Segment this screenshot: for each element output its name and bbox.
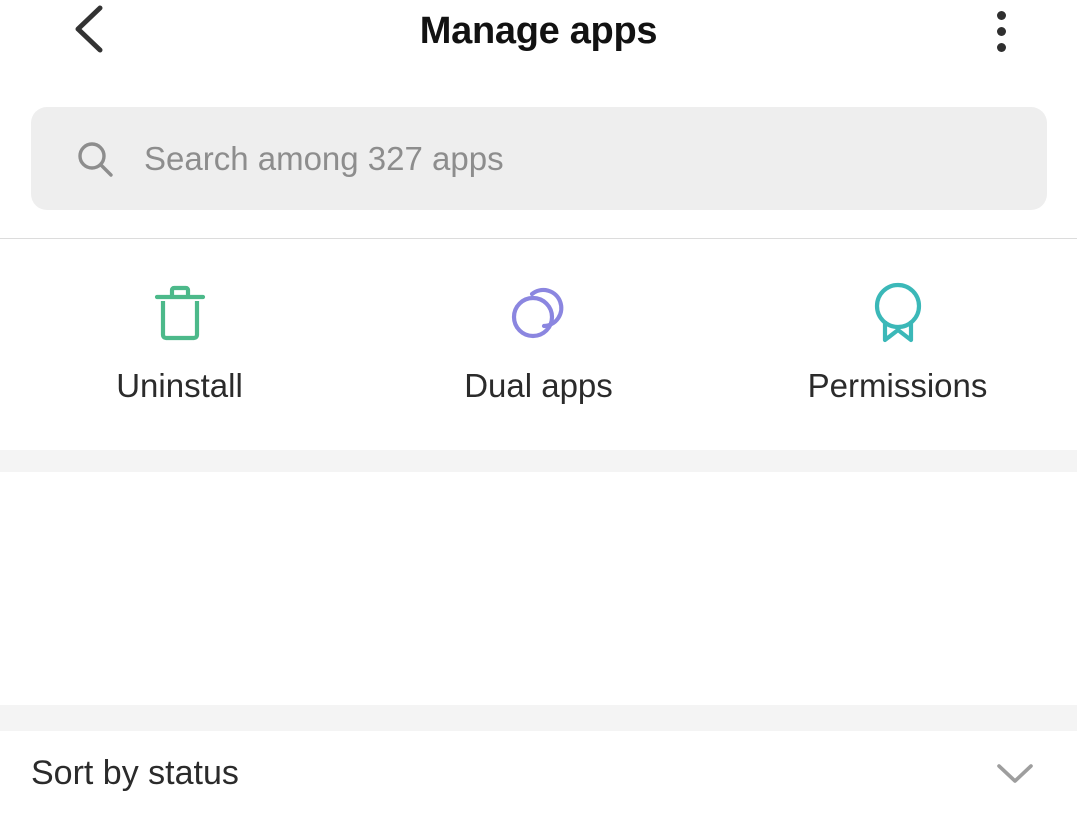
action-permissions[interactable]: Permissions	[718, 248, 1077, 448]
more-vertical-icon	[996, 26, 1006, 36]
search-input[interactable]	[144, 139, 1047, 178]
action-label: Permissions	[807, 367, 988, 404]
ad-card[interactable]: Premise Earn money in Kuala Lumpur using…	[0, 472, 1077, 705]
chevron-down-icon[interactable]	[993, 751, 1037, 795]
chevron-left-icon	[68, 2, 112, 61]
action-uninstall[interactable]: Uninstall	[0, 248, 359, 448]
dual-circles-icon	[506, 281, 572, 345]
manage-apps-screen: Manage apps Search among 327 apps Uninst…	[0, 0, 1077, 815]
overflow-menu-button[interactable]	[973, 0, 1029, 62]
search-icon	[75, 139, 115, 179]
quick-actions-row: Uninstall Dual apps Permissions	[0, 248, 1077, 448]
app-header: Manage apps	[0, 0, 1077, 62]
trash-icon	[149, 281, 211, 345]
badge-medal-icon	[868, 281, 928, 345]
section-divider-band	[0, 705, 1077, 731]
action-label: Uninstall	[116, 367, 243, 404]
action-label: Dual apps	[464, 367, 613, 404]
more-vertical-icon	[996, 42, 1006, 52]
search-bar[interactable]	[31, 107, 1047, 210]
back-button[interactable]	[52, 0, 128, 62]
header-divider	[0, 238, 1077, 239]
page-title: Manage apps	[419, 9, 658, 52]
more-vertical-icon	[996, 10, 1006, 20]
action-dual-apps[interactable]: Dual apps	[359, 248, 718, 448]
sort-by-status-row[interactable]: Sort by status	[0, 731, 1077, 815]
sort-label: Sort by status	[31, 753, 239, 792]
section-divider-band	[0, 450, 1077, 472]
